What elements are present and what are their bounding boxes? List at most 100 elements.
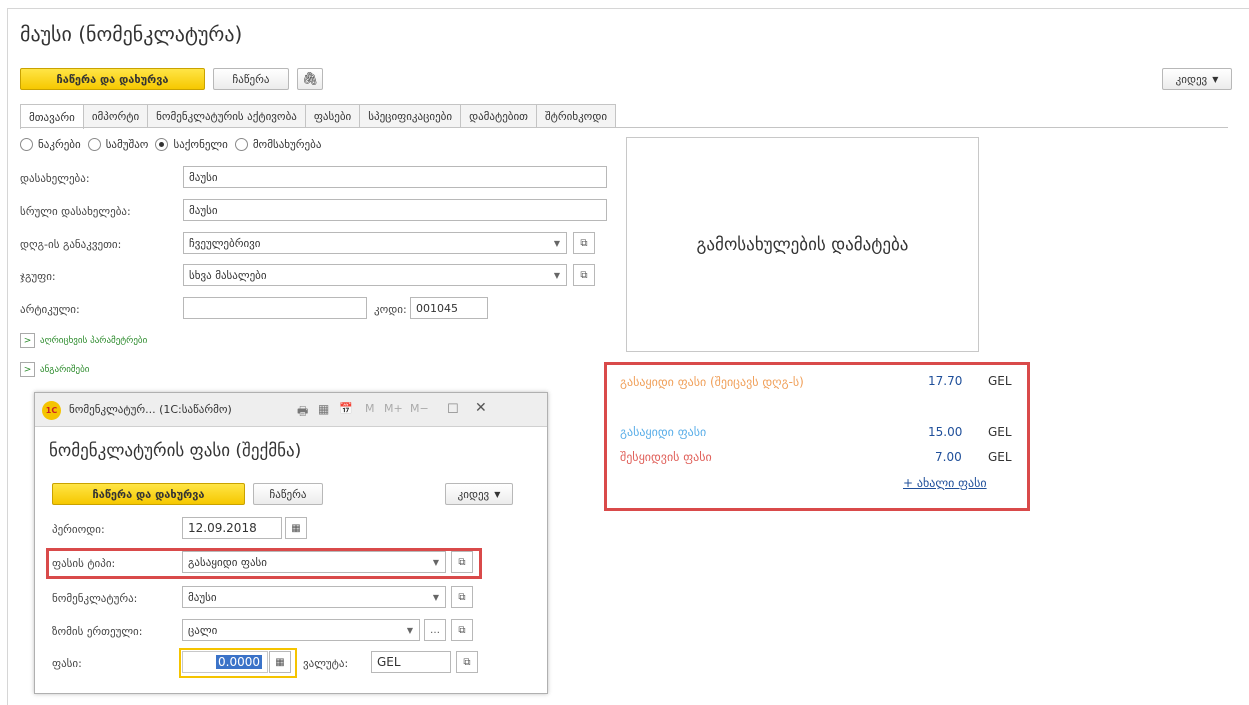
caret-down-icon: ▼	[494, 489, 501, 499]
open-nomenclature-button[interactable]: ⧉	[451, 586, 473, 608]
more-label: კიდევ	[457, 487, 490, 501]
open-window-icon: ⧉	[463, 656, 471, 668]
calendar-icon[interactable]: 📅	[339, 402, 353, 415]
tab-activity[interactable]: ნომენკლატურის აქტივობა	[148, 104, 306, 128]
save-button[interactable]: ჩაწერა	[213, 68, 289, 90]
price-label: ფასი:	[52, 657, 82, 670]
nomenclature-label: ნომენკლატურა:	[52, 592, 138, 605]
open-window-icon: ⧉	[458, 556, 466, 568]
nomenclature-select[interactable]: მაუსი ▼	[182, 586, 446, 608]
tab-barcode[interactable]: შტრიხკოდი	[536, 104, 617, 128]
caret-down-icon: ▼	[1212, 74, 1219, 84]
vat-select[interactable]: ჩვეულებრივი ▼	[183, 232, 567, 254]
name-input[interactable]: მაუსი	[183, 166, 607, 188]
dialog-save-close-button[interactable]: ჩაწერა და დახურვა	[52, 483, 245, 505]
page-title: მაუსი (ნომენკლატურა)	[20, 22, 243, 46]
radio-goods[interactable]: საქონელი	[155, 138, 228, 151]
accounting-params-expander[interactable]: > აღრიცხვის პარამეტრები	[20, 333, 147, 348]
unit-select[interactable]: ცალი ▼	[182, 619, 420, 641]
expander-label: აღრიცხვის პარამეტრები	[40, 335, 148, 346]
vat-label: დღგ-ის განაკვეთი:	[20, 238, 122, 251]
price-row-value: 17.70	[928, 374, 963, 388]
tab-specifications[interactable]: სპეციფიკაციები	[360, 104, 462, 128]
radio-circle-selected	[155, 138, 169, 151]
price-input[interactable]: 0.0000	[182, 651, 268, 673]
price-row-name[interactable]: გასაყიდი ფასი (შეიცავს დღგ-ს)	[620, 374, 820, 391]
close-icon[interactable]: ✕	[475, 400, 487, 416]
unit-value: ცალი	[188, 623, 218, 637]
vat-value: ჩვეულებრივი	[189, 236, 261, 250]
full-name-input[interactable]: მაუსი	[183, 199, 607, 221]
open-group-button[interactable]: ⧉	[573, 264, 595, 286]
dialog-save-button[interactable]: ჩაწერა	[253, 483, 323, 505]
price-row-name[interactable]: გასაყიდი ფასი	[620, 425, 706, 439]
price-type-select[interactable]: გასაყიდი ფასი ▼	[182, 551, 446, 573]
memory-plus-button[interactable]: M+	[384, 402, 403, 415]
memory-minus-button[interactable]: M−	[410, 402, 429, 415]
open-window-icon: ⧉	[458, 591, 466, 603]
calendar-icon: ▦	[291, 522, 301, 534]
tab-divider	[20, 127, 1228, 128]
full-name-label: სრული დასახელება:	[20, 205, 131, 218]
accounts-expander[interactable]: > ანგარიშები	[20, 362, 89, 377]
radio-label: ნაკრები	[38, 138, 81, 151]
code-input[interactable]: 001045	[410, 297, 488, 319]
unit-more-button[interactable]: …	[424, 619, 446, 641]
price-type-label: ფასის ტიპი:	[52, 557, 116, 570]
name-label: დასახელება:	[20, 172, 90, 185]
more-button[interactable]: კიდევ ▼	[1162, 68, 1232, 90]
radio-circle	[234, 138, 248, 151]
add-price-link[interactable]: + ახალი ფასი	[903, 476, 987, 490]
period-label: პერიოდი:	[52, 523, 105, 536]
price-type-value: გასაყიდი ფასი	[188, 555, 267, 569]
tab-additional[interactable]: დამატებით	[461, 104, 537, 128]
kind-radio-group: ნაკრები სამუშაო საქონელი მომსახურება	[20, 138, 328, 151]
radio-label: სამუშაო	[105, 138, 149, 151]
chevron-down-icon: ▼	[406, 625, 413, 635]
radio-set[interactable]: ნაკრები	[20, 138, 81, 151]
price-row-currency: GEL	[988, 450, 1012, 464]
chevron-down-icon: ▼	[553, 238, 560, 248]
group-label: ჯგუფი:	[20, 270, 56, 283]
open-unit-button[interactable]: ⧉	[451, 619, 473, 641]
paperclip-icon: 🖇	[301, 71, 319, 87]
unit-label: ზომის ერთეული:	[52, 625, 143, 638]
tab-prices[interactable]: ფასები	[305, 104, 361, 128]
attach-button[interactable]: 🖇	[297, 68, 323, 90]
more-label: კიდევ	[1175, 72, 1208, 86]
group-select[interactable]: სხვა მასალები ▼	[183, 264, 567, 286]
period-calendar-button[interactable]: ▦	[285, 517, 307, 539]
price-row-name[interactable]: შესყიდვის ფასი	[620, 450, 712, 464]
currency-input[interactable]: GEL	[371, 651, 451, 673]
period-input[interactable]: 12.09.2018	[182, 517, 282, 539]
price-calculator-button[interactable]: ▦	[269, 651, 291, 673]
price-row-value: 15.00	[928, 425, 963, 439]
open-window-icon: ⧉	[580, 269, 588, 281]
dialog-window-title: ნომენკლატურ... (1C:საწარმო)	[69, 403, 232, 416]
currency-label: ვალუტა:	[303, 657, 349, 670]
maximize-icon[interactable]: ☐	[447, 402, 459, 417]
tab-import[interactable]: იმპორტი	[83, 104, 149, 128]
add-image-area[interactable]: გამოსახულების დამატება	[626, 137, 979, 352]
expand-arrow-icon: >	[20, 333, 35, 348]
print-icon[interactable]: 🖶	[297, 402, 308, 423]
tab-main[interactable]: მთავარი	[20, 104, 84, 129]
radio-work[interactable]: სამუშაო	[87, 138, 149, 151]
save-close-button[interactable]: ჩაწერა და დახურვა	[20, 68, 205, 90]
radio-circle	[87, 138, 101, 151]
dialog-more-button[interactable]: კიდევ ▼	[445, 483, 513, 505]
open-price-type-button[interactable]: ⧉	[451, 551, 473, 573]
radio-circle	[20, 138, 33, 151]
article-input[interactable]	[183, 297, 367, 319]
open-currency-button[interactable]: ⧉	[456, 651, 478, 673]
expander-label: ანგარიშები	[40, 364, 90, 375]
memory-button[interactable]: M	[365, 402, 375, 415]
tab-bar: მთავარი იმპორტი ნომენკლატურის აქტივობა ფ…	[20, 104, 617, 129]
open-vat-button[interactable]: ⧉	[573, 232, 595, 254]
radio-label: მომსახურება	[252, 138, 322, 151]
price-row-value: 7.00	[935, 450, 962, 464]
calculator-icon[interactable]: ▦	[318, 402, 329, 416]
price-dialog: 1С ნომენკლატურ... (1C:საწარმო) 🖶 ▦ 📅 M M…	[34, 392, 548, 694]
price-row-currency: GEL	[988, 425, 1012, 439]
radio-service[interactable]: მომსახურება	[234, 138, 322, 151]
